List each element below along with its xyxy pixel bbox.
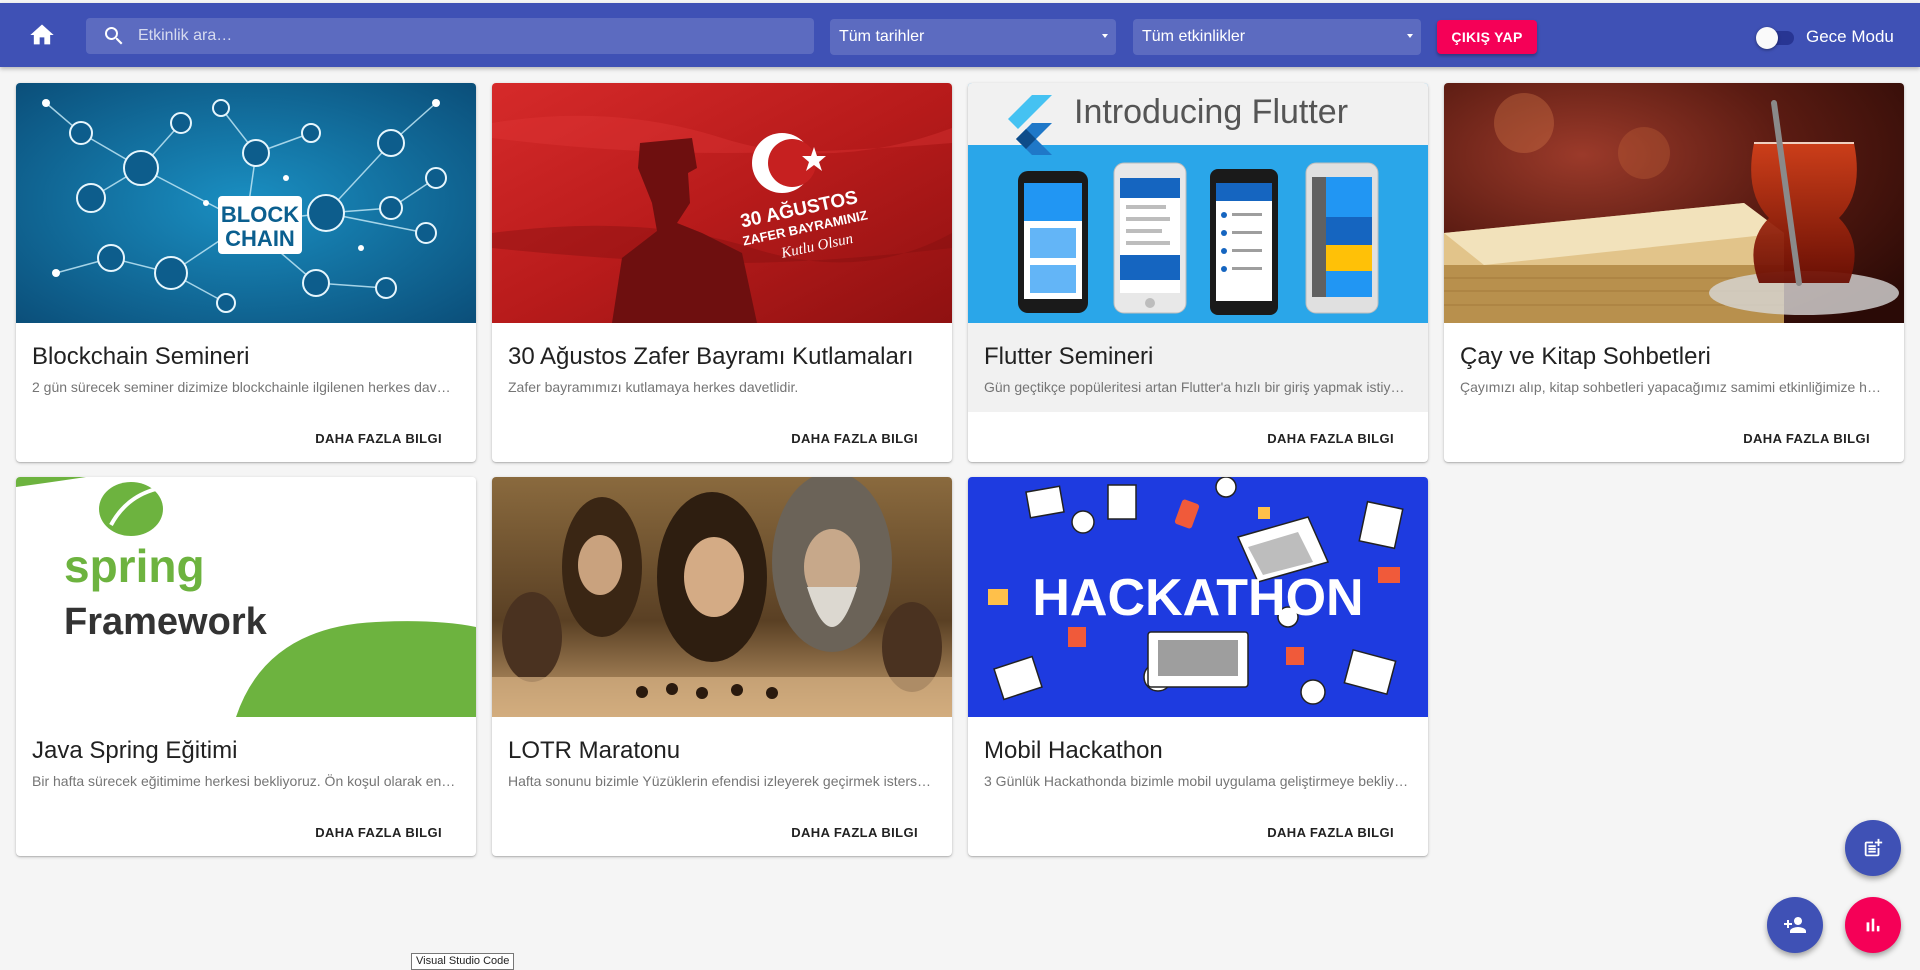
home-icon[interactable] <box>28 21 56 49</box>
more-info-button[interactable]: DAHA FAZLA BILGI <box>315 825 442 840</box>
card-description: Gün geçtikçe popüleritesi artan Flutter'… <box>984 379 1409 395</box>
event-filter-select[interactable]: Tüm etkinlikler <box>1133 19 1421 55</box>
card-content[interactable]: 30 Ağustos Zafer Bayramı Kutlamaları Zaf… <box>492 323 952 412</box>
event-card: Çay ve Kitap Sohbetleri Çayımızı alıp, k… <box>1444 83 1904 462</box>
bar-chart-icon <box>1866 918 1880 932</box>
card-title: Mobil Hackathon <box>984 737 1163 764</box>
app-bar: Tüm tarihler Tüm etkinlikler ÇIKIŞ YAP G… <box>0 3 1920 67</box>
night-mode-toggle[interactable] <box>1756 27 1796 49</box>
blockchain-text-2: CHAIN <box>225 226 295 251</box>
spring-text: spring <box>64 540 205 592</box>
more-info-button[interactable]: DAHA FAZLA BILGI <box>1743 431 1870 446</box>
statistics-button[interactable] <box>1845 897 1901 953</box>
lotr-poster-image[interactable] <box>492 477 952 717</box>
card-title: Çay ve Kitap Sohbetleri <box>1460 343 1711 370</box>
date-filter-select[interactable]: Tüm tarihler <box>830 19 1116 55</box>
card-title: 30 Ağustos Zafer Bayramı Kutlamaları <box>508 343 914 370</box>
card-content[interactable]: Mobil Hackathon 3 Günlük Hackathonda biz… <box>968 717 1428 806</box>
search-icon <box>102 24 126 48</box>
card-content[interactable]: Flutter Semineri Gün geçtikçe popülerite… <box>968 323 1428 412</box>
blockchain-image[interactable]: BLOCK CHAIN <box>16 83 476 323</box>
hackathon-text: HACKATHON <box>1032 569 1363 627</box>
person-add-icon <box>1784 917 1806 933</box>
more-info-button[interactable]: DAHA FAZLA BILGI <box>1267 431 1394 446</box>
chevron-down-icon <box>1407 34 1413 38</box>
card-content[interactable]: Java Spring Eğitimi Bir hafta sürecek eğ… <box>16 717 476 806</box>
more-info-button[interactable]: DAHA FAZLA BILGI <box>315 431 442 446</box>
add-event-button[interactable] <box>1845 820 1901 876</box>
event-card: 30 AĞUSTOS ZAFER BAYRAMINIZ Kutlu Olsun … <box>492 83 952 462</box>
card-content[interactable]: LOTR Maratonu Hafta sonunu bizimle Yüzük… <box>492 717 952 806</box>
tea-and-book-image[interactable] <box>1444 83 1904 323</box>
card-title: LOTR Maratonu <box>508 737 681 764</box>
event-card: spring Framework Java Spring Eğitimi Bir… <box>16 477 476 856</box>
card-description: Bir hafta sürecek eğitimime herkesi bekl… <box>32 773 457 789</box>
card-title: Flutter Semineri <box>984 343 1154 370</box>
card-description: Çayımızı alıp, kitap sohbetleri yapacağı… <box>1460 379 1885 395</box>
date-filter-value: Tüm tarihler <box>839 28 925 45</box>
post-add-icon <box>1864 838 1883 857</box>
spring-framework-image[interactable]: spring Framework <box>16 477 476 717</box>
event-card: LOTR Maratonu Hafta sonunu bizimle Yüzük… <box>492 477 952 856</box>
flutter-heading: Introducing Flutter <box>1074 93 1348 131</box>
blockchain-text-1: BLOCK <box>221 202 299 227</box>
more-info-button[interactable]: DAHA FAZLA BILGI <box>1267 825 1394 840</box>
card-content[interactable]: Blockchain Semineri 2 gün sürecek semine… <box>16 323 476 412</box>
card-content[interactable]: Çay ve Kitap Sohbetleri Çayımızı alıp, k… <box>1444 323 1904 412</box>
zafer-bayrami-image[interactable]: 30 AĞUSTOS ZAFER BAYRAMINIZ Kutlu Olsun <box>492 83 952 323</box>
logout-button[interactable]: ÇIKIŞ YAP <box>1437 20 1537 54</box>
more-info-button[interactable]: DAHA FAZLA BILGI <box>791 431 918 446</box>
more-info-button[interactable]: DAHA FAZLA BILGI <box>791 825 918 840</box>
taskbar-tooltip: Visual Studio Code <box>411 953 515 970</box>
card-title: Blockchain Semineri <box>32 343 250 370</box>
event-card: BLOCK CHAIN Blockchain Semineri 2 gün sü… <box>16 83 476 462</box>
event-card: HACKATHON Mobil Hackathon 3 Günlük Hacka… <box>968 477 1428 856</box>
night-mode-label: Gece Modu <box>1806 27 1894 46</box>
add-user-button[interactable] <box>1767 897 1823 953</box>
hackathon-image[interactable]: HACKATHON <box>968 477 1428 717</box>
card-description: Zafer bayramımızı kutlamaya herkes davet… <box>508 379 799 395</box>
card-description: 2 gün sürecek seminer dizimize blockchai… <box>32 379 457 395</box>
framework-text: Framework <box>64 601 268 643</box>
chevron-down-icon <box>1102 34 1108 38</box>
flutter-image[interactable]: Introducing Flutter <box>968 83 1428 323</box>
card-description: Hafta sonunu bizimle Yüzüklerin efendisi… <box>508 773 933 789</box>
toggle-thumb <box>1756 27 1778 49</box>
event-card: Introducing Flutter Flutter Semineri Gün… <box>968 83 1428 462</box>
event-filter-value: Tüm etkinlikler <box>1142 28 1246 45</box>
search-bar <box>86 18 814 54</box>
card-description: 3 Günlük Hackathonda bizimle mobil uygul… <box>984 773 1409 789</box>
search-input[interactable] <box>138 18 814 54</box>
card-title: Java Spring Eğitimi <box>32 737 238 764</box>
